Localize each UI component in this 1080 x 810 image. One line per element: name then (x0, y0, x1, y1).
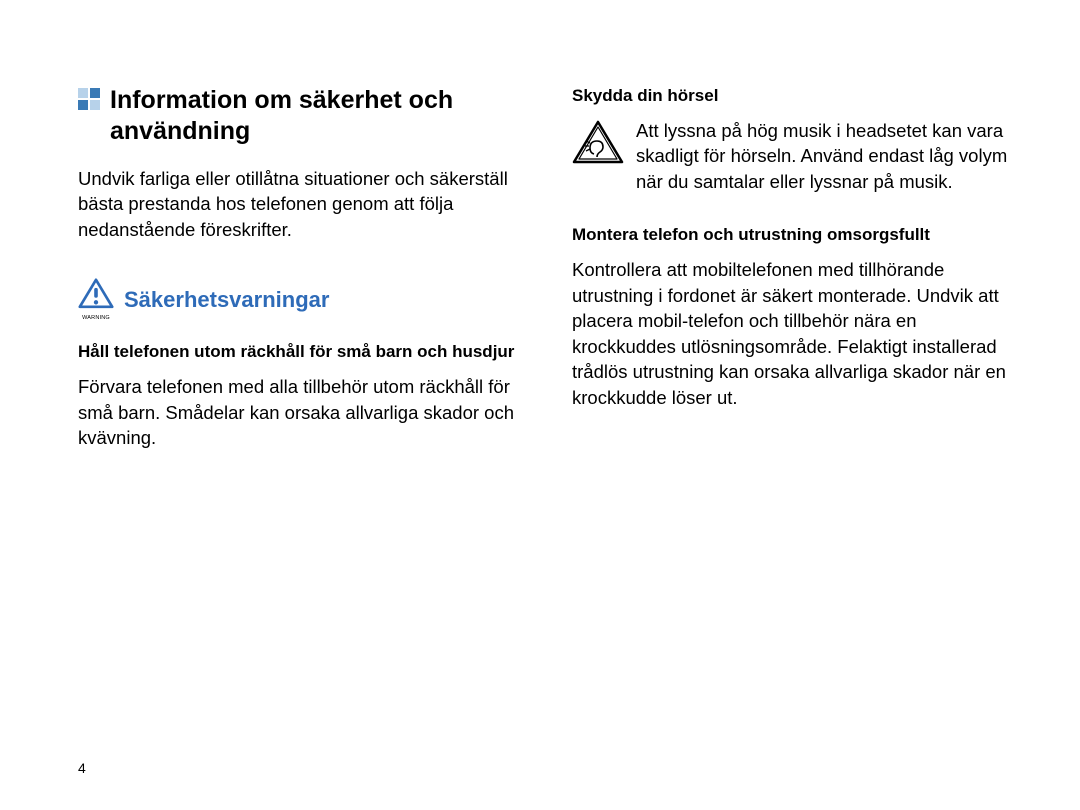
warnings-heading: Säkerhetsvarningar (124, 287, 329, 313)
hearing-row: Att lyssna på hög musik i headsetet kan … (572, 118, 1010, 195)
hearing-damage-icon (572, 120, 624, 171)
right-column: Skydda din hörsel Att lyssna på hög musi… (572, 85, 1010, 481)
main-title-row: Information om säkerhet och användning (78, 85, 516, 148)
section3-heading: Montera telefon och utrustning omsorgsfu… (572, 224, 1010, 247)
warning-label-text: WARNING (78, 315, 114, 321)
main-title: Information om säkerhet och användning (110, 85, 516, 148)
section1-body: Förvara telefonen med alla tillbehör uto… (78, 374, 516, 451)
page-number: 4 (78, 760, 86, 776)
section3-body: Kontrollera att mobiltelefonen med tillh… (572, 257, 1010, 410)
section1-heading: Håll telefonen utom räckhåll för små bar… (78, 341, 516, 364)
section-squares-icon (78, 88, 100, 110)
left-column: Information om säkerhet och användning U… (78, 85, 516, 481)
section2-body: Att lyssna på hög musik i headsetet kan … (636, 118, 1010, 195)
intro-paragraph: Undvik farliga eller otillåtna situation… (78, 166, 516, 243)
content-columns: Information om säkerhet och användning U… (78, 85, 1010, 481)
warning-icon: WARNING (78, 278, 114, 321)
section2-heading: Skydda din hörsel (572, 85, 1010, 108)
warnings-heading-row: WARNING Säkerhetsvarningar (78, 278, 516, 321)
